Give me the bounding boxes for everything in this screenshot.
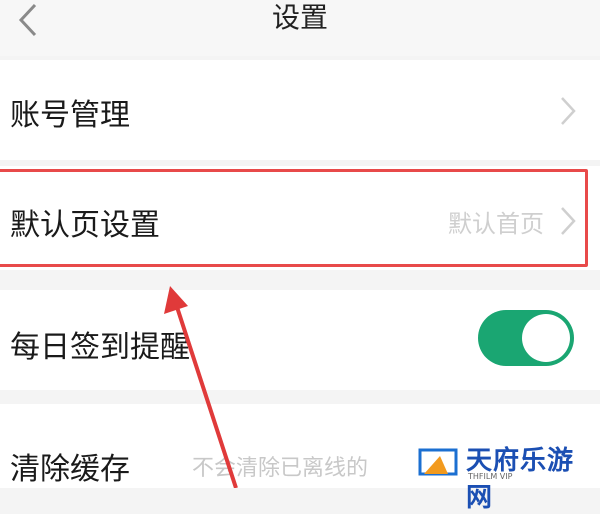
settings-row-account[interactable]: 账号管理 (0, 60, 600, 160)
clear-cache-description: 不会清除已离线的 (192, 456, 369, 481)
watermark-sub: THFILM VIP (468, 472, 513, 481)
chevron-right-icon (561, 97, 576, 125)
row-label-checkin: 每日签到提醒 (10, 330, 190, 365)
nav-bar: 设置 (0, 0, 600, 56)
highlight-box (0, 169, 588, 267)
watermark-logo: 天府乐游网 THFILM VIP (404, 434, 600, 513)
checkin-reminder-toggle[interactable] (478, 310, 574, 366)
row-label-clear-cache: 清除缓存 (10, 452, 130, 487)
toggle-knob (522, 314, 570, 362)
tv-logo-icon (418, 448, 458, 476)
page-title: 设置 (271, 1, 328, 34)
row-label-account: 账号管理 (10, 98, 130, 133)
